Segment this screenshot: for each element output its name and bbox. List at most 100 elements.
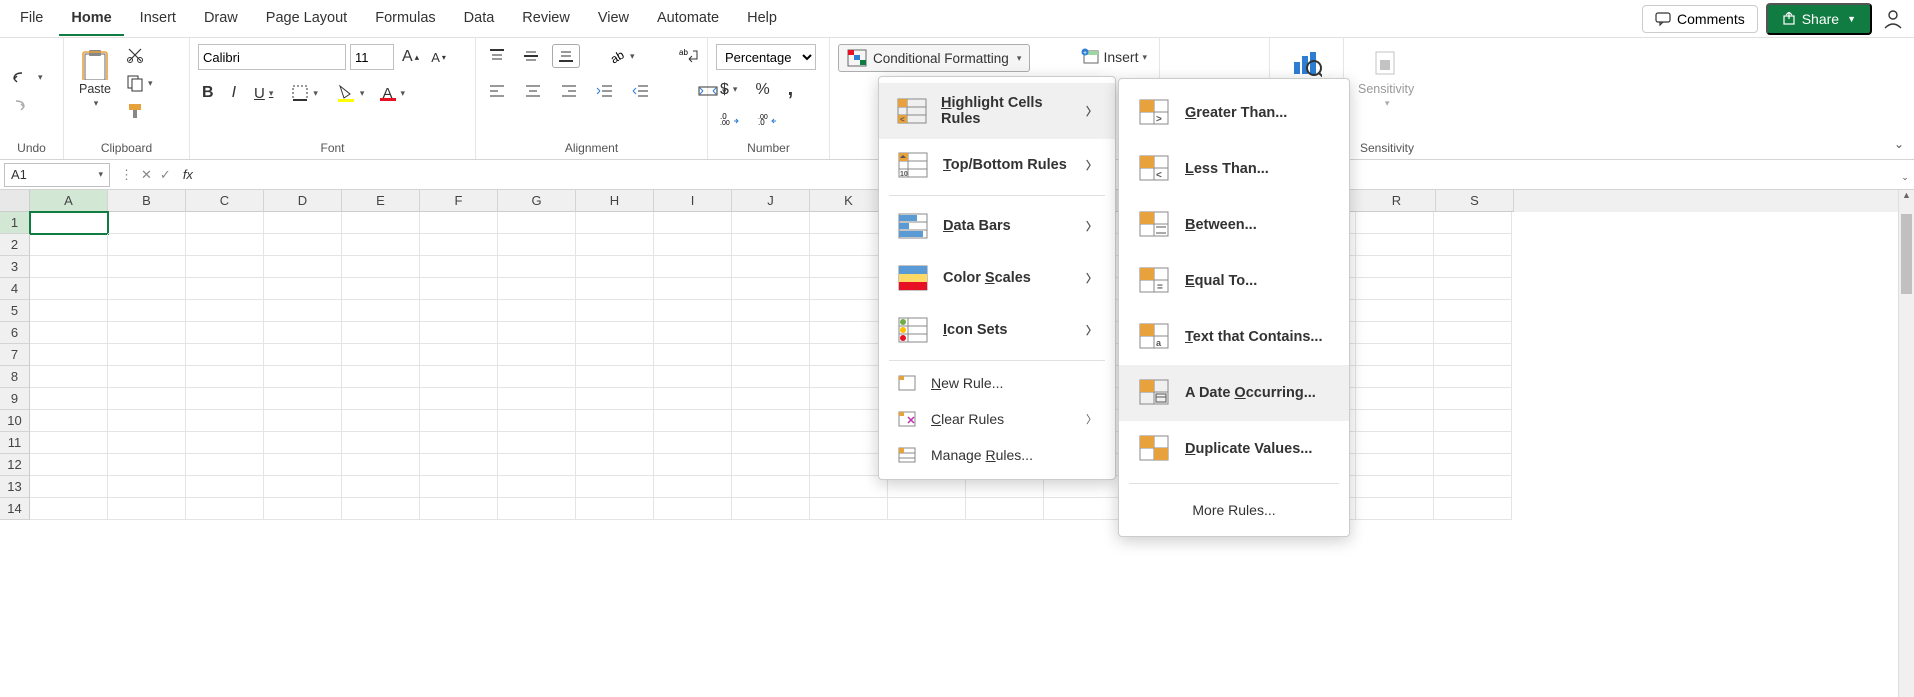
cell[interactable] — [30, 212, 108, 234]
cell[interactable] — [654, 454, 732, 476]
col-header-H[interactable]: H — [576, 190, 654, 212]
cell[interactable] — [264, 234, 342, 256]
cell[interactable] — [1356, 410, 1434, 432]
cell[interactable] — [1044, 498, 1122, 520]
cell[interactable] — [576, 278, 654, 300]
cell[interactable] — [810, 498, 888, 520]
cell[interactable] — [420, 322, 498, 344]
col-header-G[interactable]: G — [498, 190, 576, 212]
cell[interactable] — [420, 256, 498, 278]
cell[interactable] — [30, 454, 108, 476]
cell[interactable] — [1356, 234, 1434, 256]
tab-home[interactable]: Home — [59, 2, 123, 36]
font-color-button[interactable]: A▾ — [378, 82, 409, 104]
cell[interactable] — [186, 476, 264, 498]
tab-draw[interactable]: Draw — [192, 2, 250, 36]
cell[interactable] — [732, 366, 810, 388]
align-top-button[interactable] — [484, 44, 510, 68]
cell[interactable] — [1356, 300, 1434, 322]
tab-view[interactable]: View — [586, 2, 641, 36]
row-header-10[interactable]: 10 — [0, 410, 30, 432]
ribbon-insert-button[interactable]: + Insert ▾ — [1077, 46, 1151, 68]
cell[interactable] — [732, 498, 810, 520]
rule-duplicate-values[interactable]: Duplicate Values... — [1119, 421, 1349, 477]
cell[interactable] — [264, 278, 342, 300]
cell[interactable] — [186, 432, 264, 454]
cell[interactable] — [654, 366, 732, 388]
row-header-3[interactable]: 3 — [0, 256, 30, 278]
cell[interactable] — [30, 344, 108, 366]
cell[interactable] — [1434, 432, 1512, 454]
rule-between[interactable]: Between... — [1119, 197, 1349, 253]
ribbon-collapse-button[interactable]: ⌄ — [1888, 135, 1908, 153]
cell[interactable] — [186, 234, 264, 256]
font-size-select[interactable] — [350, 44, 394, 70]
percent-style-button[interactable]: % — [751, 76, 773, 103]
cf-data-bars[interactable]: Data Bars 〉 — [879, 200, 1115, 252]
select-all-button[interactable] — [0, 190, 30, 212]
cell[interactable] — [810, 300, 888, 322]
cell[interactable] — [420, 432, 498, 454]
cell[interactable] — [576, 454, 654, 476]
cell[interactable] — [810, 344, 888, 366]
cell[interactable] — [186, 212, 264, 234]
decrease-decimal-button[interactable]: .00.0 — [754, 109, 782, 127]
cell[interactable] — [810, 366, 888, 388]
name-box[interactable]: A1▾ — [4, 163, 110, 187]
cell[interactable] — [1434, 454, 1512, 476]
cell[interactable] — [498, 366, 576, 388]
align-middle-button[interactable] — [518, 44, 544, 68]
cell[interactable] — [264, 300, 342, 322]
tab-file[interactable]: File — [8, 2, 55, 36]
cell[interactable] — [108, 256, 186, 278]
formula-options-icon[interactable]: ⋮ — [120, 167, 133, 183]
align-left-button[interactable] — [484, 80, 510, 102]
cell[interactable] — [264, 322, 342, 344]
cell[interactable] — [30, 322, 108, 344]
cell[interactable] — [654, 322, 732, 344]
accounting-format-button[interactable]: $▾ — [716, 76, 741, 103]
cell[interactable] — [30, 432, 108, 454]
cell[interactable] — [30, 256, 108, 278]
row-header-9[interactable]: 9 — [0, 388, 30, 410]
cell[interactable] — [732, 344, 810, 366]
undo-button[interactable]: ▾ — [8, 69, 47, 87]
cell[interactable] — [732, 256, 810, 278]
row-header-11[interactable]: 11 — [0, 432, 30, 454]
cell[interactable] — [186, 498, 264, 520]
wrap-text-button[interactable]: ab — [675, 44, 703, 68]
share-button[interactable]: Share ▼ — [1766, 3, 1872, 35]
cell[interactable] — [576, 344, 654, 366]
formula-expand-icon[interactable]: ⌄ — [1894, 167, 1914, 183]
increase-decimal-button[interactable]: .0.00 — [716, 109, 744, 127]
cell[interactable] — [498, 344, 576, 366]
cell[interactable] — [420, 212, 498, 234]
cell[interactable] — [810, 432, 888, 454]
cell[interactable] — [810, 322, 888, 344]
cell[interactable] — [108, 410, 186, 432]
cell[interactable] — [1434, 234, 1512, 256]
cell[interactable] — [342, 256, 420, 278]
cell[interactable] — [342, 344, 420, 366]
cell[interactable] — [108, 234, 186, 256]
cell[interactable] — [420, 454, 498, 476]
cell[interactable] — [654, 256, 732, 278]
col-header-E[interactable]: E — [342, 190, 420, 212]
cell[interactable] — [576, 498, 654, 520]
cell[interactable] — [1356, 432, 1434, 454]
align-center-button[interactable] — [520, 80, 546, 102]
format-painter-button[interactable] — [122, 100, 157, 122]
rule-greater-than[interactable]: > Greater Than... — [1119, 85, 1349, 141]
sensitivity-button[interactable]: Sensitivity ▾ — [1352, 44, 1420, 113]
cell[interactable] — [498, 388, 576, 410]
copy-button[interactable]: ▾ — [122, 72, 157, 94]
cell[interactable] — [186, 278, 264, 300]
cell[interactable] — [30, 366, 108, 388]
increase-font-button[interactable]: A▴ — [398, 46, 423, 68]
row-header-12[interactable]: 12 — [0, 454, 30, 476]
cell[interactable] — [1356, 454, 1434, 476]
cell[interactable] — [498, 300, 576, 322]
row-header-1[interactable]: 1 — [0, 212, 30, 234]
cell[interactable] — [186, 256, 264, 278]
cell[interactable] — [1434, 322, 1512, 344]
